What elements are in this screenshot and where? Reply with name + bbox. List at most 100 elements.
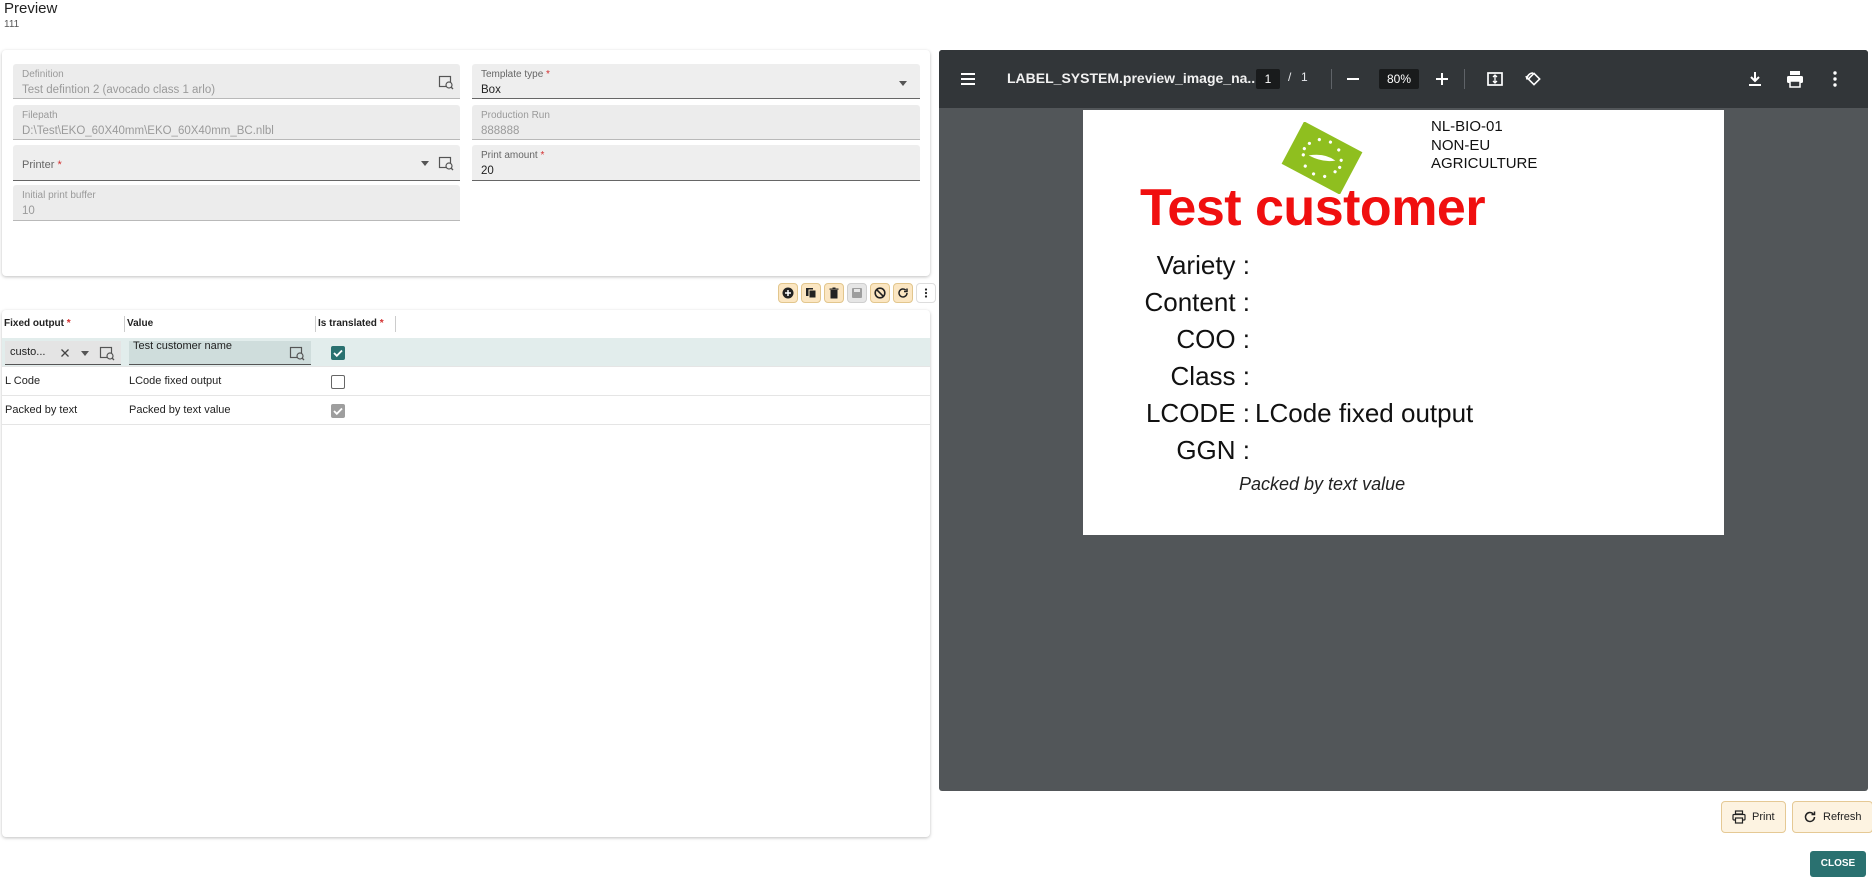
page-title: Preview xyxy=(4,0,58,17)
initial-print-buffer-value: 10 xyxy=(22,205,35,217)
printer-label: Printer xyxy=(22,159,55,171)
column-divider[interactable] xyxy=(395,316,396,332)
grid-toolbar xyxy=(778,283,936,303)
lookup-icon[interactable] xyxy=(99,345,115,361)
chevron-down-icon[interactable] xyxy=(81,351,89,356)
column-header-is-translated[interactable]: Is translated * xyxy=(318,310,384,338)
add-icon xyxy=(782,287,794,299)
definition-value: Test defintion 2 (avocado class 1 arlo) xyxy=(22,84,216,96)
column-divider[interactable] xyxy=(315,316,316,332)
filepath-label: Filepath xyxy=(22,110,58,121)
zoom-level-input[interactable]: 80% xyxy=(1379,69,1419,89)
lookup-icon[interactable] xyxy=(438,155,454,171)
column-divider[interactable] xyxy=(124,316,125,332)
template-type-select[interactable]: Template type * Box xyxy=(472,64,920,99)
value-cell: Packed by text value xyxy=(129,404,231,416)
packed-by-text: Packed by text value xyxy=(1239,474,1406,494)
pdf-title: LABEL_SYSTEM.preview_image_na... xyxy=(1007,70,1260,86)
print-amount-label: Print amount xyxy=(481,150,538,161)
fixed-output-value: custo... xyxy=(10,346,46,358)
chevron-down-icon[interactable] xyxy=(421,161,429,166)
page-subtitle: 111 xyxy=(4,19,20,30)
fixed-output-select[interactable]: custo... xyxy=(5,341,121,365)
label-field-ggn: GGN : xyxy=(1176,435,1250,465)
print-icon xyxy=(1732,810,1746,824)
download-icon[interactable] xyxy=(1745,69,1765,89)
print-button[interactable]: Print xyxy=(1721,801,1786,833)
chevron-down-icon[interactable] xyxy=(899,81,907,86)
delete-icon xyxy=(829,287,839,299)
rotate-icon[interactable] xyxy=(1523,69,1543,89)
printer-select[interactable]: Printer * xyxy=(13,145,460,181)
pdf-viewer: LABEL_SYSTEM.preview_image_na... 1 / 1 8… xyxy=(939,50,1868,791)
table-row[interactable]: L Code LCode fixed output xyxy=(2,367,930,396)
refresh-button[interactable] xyxy=(893,283,913,303)
definition-field[interactable]: Definition Test defintion 2 (avocado cla… xyxy=(13,64,460,99)
definition-label: Definition xyxy=(22,69,64,80)
filepath-value: D:\Test\EKO_60X40mm\EKO_60X40mm_BC.nlbl xyxy=(22,125,274,137)
label-field-lcode-value: LCode fixed output xyxy=(1255,398,1474,428)
more-icon[interactable] xyxy=(1825,69,1845,89)
refresh-button-label: Refresh xyxy=(1823,811,1862,823)
certification-text: NL-BIO-01 NON-EU AGRICULTURE xyxy=(1431,118,1538,172)
page-number-input[interactable]: 1 xyxy=(1256,69,1280,89)
initial-print-buffer-field: Initial print buffer 10 xyxy=(13,185,460,221)
zoom-out-icon[interactable] xyxy=(1343,69,1363,89)
label-field-lcode: LCODE : xyxy=(1145,398,1250,428)
fit-page-icon[interactable] xyxy=(1485,69,1505,89)
fixed-output-cell: L Code xyxy=(5,375,41,387)
label-field-content: Content : xyxy=(1144,287,1250,317)
label-field-variety: Variety : xyxy=(1156,250,1250,280)
print-amount-input[interactable]: Print amount * 20 xyxy=(472,145,920,181)
refresh-icon xyxy=(1804,811,1816,823)
table-row[interactable]: custo... Test customer name xyxy=(2,338,930,367)
production-run-field: Production Run 888888 xyxy=(472,105,920,140)
checkmark-icon xyxy=(333,349,343,358)
save-icon xyxy=(852,288,862,298)
lookup-icon[interactable] xyxy=(289,345,305,361)
add-row-button[interactable] xyxy=(778,283,798,303)
is-translated-checkbox[interactable] xyxy=(331,404,345,418)
pdf-toolbar: LABEL_SYSTEM.preview_image_na... 1 / 1 8… xyxy=(939,50,1868,108)
label-preview-page: NL-BIO-01 NON-EU AGRICULTURE Test custom… xyxy=(1083,110,1724,535)
lookup-icon[interactable] xyxy=(438,74,454,90)
template-type-value: Box xyxy=(481,84,501,96)
template-type-label: Template type xyxy=(481,69,544,80)
settings-form: Definition Test defintion 2 (avocado cla… xyxy=(2,50,930,276)
more-options-button[interactable] xyxy=(916,283,936,303)
column-header-fixed-output[interactable]: Fixed output * xyxy=(4,310,71,338)
toolbar-divider xyxy=(1331,69,1332,89)
zoom-in-icon[interactable] xyxy=(1432,69,1452,89)
value-input[interactable]: Test customer name xyxy=(129,340,311,365)
print-icon[interactable] xyxy=(1785,69,1805,89)
print-button-label: Print xyxy=(1752,811,1775,823)
toolbar-divider xyxy=(1464,69,1465,89)
copy-icon xyxy=(806,288,817,299)
clear-icon[interactable] xyxy=(60,348,70,358)
page-total: 1 xyxy=(1301,70,1308,84)
close-button[interactable]: CLOSE xyxy=(1810,851,1866,877)
fixed-output-grid: Fixed output * Value Is translated * cus… xyxy=(2,310,930,837)
value-text: Test customer name xyxy=(133,340,233,352)
customer-name: Test customer xyxy=(1140,179,1486,237)
refresh-button[interactable]: Refresh xyxy=(1792,801,1872,833)
table-row[interactable]: Packed by text Packed by text value xyxy=(2,396,930,425)
save-button[interactable] xyxy=(847,283,867,303)
print-amount-value: 20 xyxy=(481,165,494,177)
label-field-coo: COO : xyxy=(1176,324,1250,354)
cancel-button[interactable] xyxy=(870,283,890,303)
is-translated-checkbox[interactable] xyxy=(331,346,345,360)
page-separator: / xyxy=(1288,70,1292,84)
menu-icon[interactable] xyxy=(958,69,978,89)
is-translated-checkbox[interactable] xyxy=(331,375,345,389)
filepath-field: Filepath D:\Test\EKO_60X40mm\EKO_60X40mm… xyxy=(13,105,460,140)
production-run-label: Production Run xyxy=(481,110,550,121)
fixed-output-cell: Packed by text xyxy=(5,404,78,416)
initial-print-buffer-label: Initial print buffer xyxy=(22,190,96,201)
copy-row-button[interactable] xyxy=(801,283,821,303)
label-field-class: Class : xyxy=(1170,361,1250,391)
delete-row-button[interactable] xyxy=(824,283,844,303)
cancel-icon xyxy=(874,287,886,299)
checkmark-icon xyxy=(333,407,343,416)
value-cell: LCode fixed output xyxy=(129,375,222,387)
